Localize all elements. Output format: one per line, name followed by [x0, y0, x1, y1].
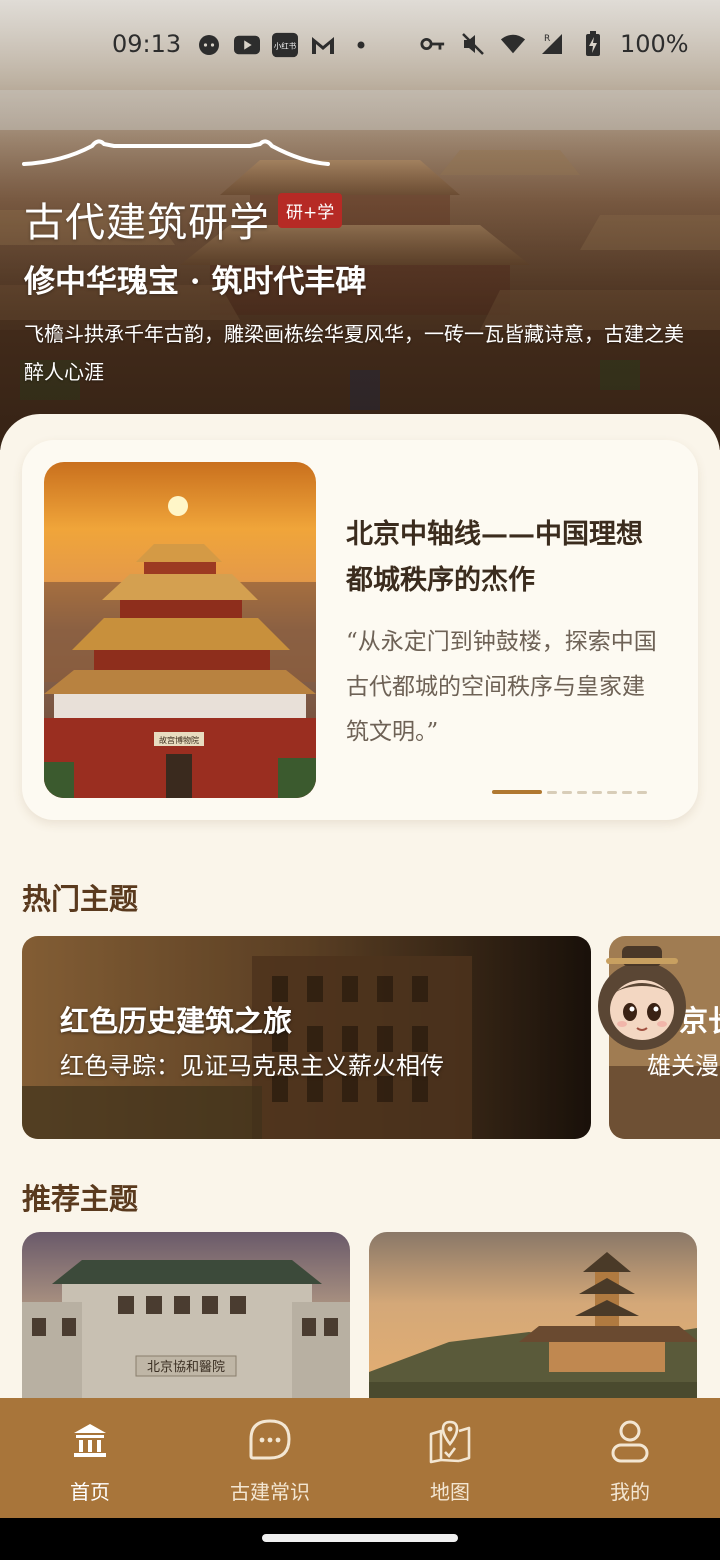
youtube-icon [234, 32, 260, 58]
carousel-dot[interactable] [562, 790, 572, 794]
tab-map[interactable]: 地图 [360, 1398, 540, 1518]
carousel-dot[interactable] [577, 790, 587, 794]
notification-icons: 小红书 [196, 32, 374, 58]
svg-text:小红书: 小红书 [274, 41, 297, 51]
tab-home[interactable]: 首页 [0, 1398, 180, 1518]
feature-title: 北京中轴线——中国理想都城秩序的杰作 [346, 519, 643, 596]
tab-profile-label: 我的 [610, 1480, 650, 1504]
system-navigation-bar [0, 1518, 720, 1560]
temple-icon [67, 1418, 113, 1464]
status-time: 09:13 [112, 30, 182, 58]
tab-architecture-knowledge[interactable]: 古建常识 [180, 1398, 360, 1518]
tab-map-label: 地图 [430, 1480, 470, 1504]
summer-palace-image [369, 1232, 697, 1412]
carousel-dot[interactable] [547, 790, 557, 794]
signal-icon: R [540, 31, 566, 57]
roof-ornament-icon [22, 139, 330, 166]
bottom-tab-bar: 首页 古建常识 地图 我的 [0, 1398, 720, 1518]
featured-topic-card[interactable]: 故宫博物院 北京中轴线——中国理想都城秩序的杰作 “从永定门到钟鼓楼，探索中国古… [22, 440, 698, 820]
recommended-topic-card[interactable]: 北京協和醫院 [22, 1232, 350, 1412]
svg-text:R: R [544, 34, 550, 44]
carousel-dot-active[interactable] [492, 790, 542, 794]
gmail-icon [310, 32, 336, 58]
rec-plaque-text: 北京協和醫院 [147, 1360, 225, 1375]
title-badge: 研+学 [278, 193, 343, 228]
feature-palace-image: 故宫博物院 [44, 462, 316, 798]
tab-home-label: 首页 [70, 1480, 110, 1504]
app-title: 古代建筑研学 [24, 200, 270, 246]
chat-bubble-icon [247, 1418, 293, 1464]
mascot-avatar[interactable] [592, 940, 692, 1052]
carousel-indicator [492, 790, 647, 794]
battery-icon [580, 31, 606, 57]
vpn-key-icon [420, 31, 446, 57]
home-gesture-handle[interactable] [262, 1534, 458, 1542]
feature-plaque-text: 故宫博物院 [159, 735, 199, 745]
wifi-icon [500, 31, 526, 57]
hot-topic-title: 红色历史建筑之旅 [60, 1004, 293, 1038]
tab-profile[interactable]: 我的 [540, 1398, 720, 1518]
xiaohongshu-icon: 小红书 [272, 32, 298, 58]
mute-icon [460, 31, 486, 57]
status-bar: 09:13 小红书 R 100% [0, 0, 720, 94]
hero-intro: 飞檐斗拱承千年古韵，雕梁画栋绘华夏风华，一砖一瓦皆藏诗意，古建之美醉人心涯 [24, 322, 684, 384]
recommended-topic-card[interactable] [369, 1232, 697, 1412]
carousel-dot[interactable] [622, 790, 632, 794]
hot-topic-card[interactable]: 红色历史建筑之旅 红色寻踪：见证马克思主义薪火相传 [22, 936, 591, 1139]
dot-icon [348, 32, 374, 58]
carousel-dot[interactable] [592, 790, 602, 794]
hot-topics-heading: 热门主题 [22, 882, 139, 916]
hot-topic-subtitle: 红色寻踪：见证马克思主义薪火相传 [60, 1052, 444, 1080]
peking-union-medical-college-image: 北京協和醫院 [22, 1232, 350, 1412]
recommended-topics-heading: 推荐主题 [22, 1182, 139, 1216]
tab-architecture-knowledge-label: 古建常识 [230, 1480, 310, 1504]
system-status-icons: R 100% [420, 30, 689, 58]
feature-quote: “从永定门到钟鼓楼，探索中国古代都城的空间秩序与皇家建筑文明。” [346, 629, 657, 745]
face-icon [196, 32, 222, 58]
map-pin-icon [427, 1418, 473, 1464]
carousel-dot[interactable] [637, 790, 647, 794]
battery-level: 100% [620, 30, 689, 58]
hero-slogan: 修中华瑰宝 · 筑时代丰碑 [24, 264, 367, 300]
user-icon [607, 1418, 653, 1464]
carousel-dot[interactable] [607, 790, 617, 794]
